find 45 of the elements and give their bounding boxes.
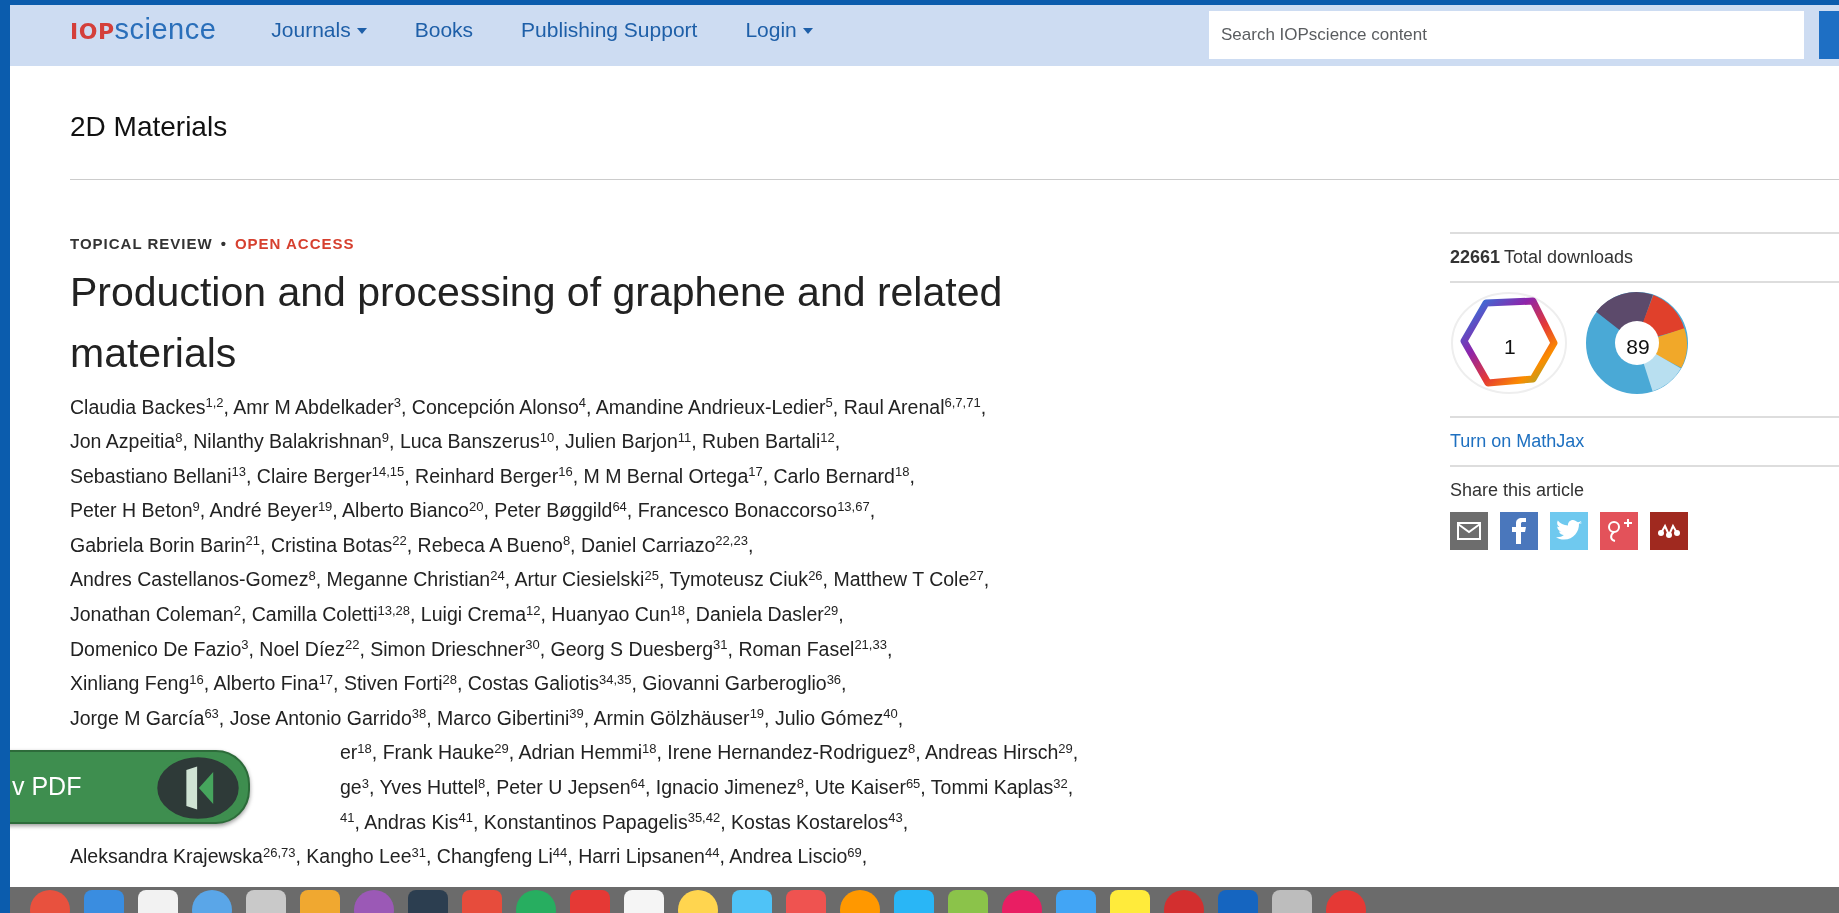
author-line: Jonathan Coleman$^{2}$, Camilla Coletti$^{13,28}$, Luigi Crema$^{12}$, Huanyao Cun$^{18}$, Daniela Dasler$^{29}$, [70,601,844,628]
facebook-share-button[interactable] [1499,512,1538,550]
nav-link[interactable]: Publishing Support [521,13,698,46]
download-label: Total downloads [1503,247,1634,267]
author-line: Jon Azpeitia$^{8}$, Nilanthy Balakrishnan$^{9}$, Luca Banszerus$^{10}$, Julien Barjon$^{11}$, Ruben Bartali$^{12}$, [70,428,841,455]
author-line: Aleksandra Krajewska$^{26,73}$, Kangho Lee$^{31}$, Changfeng Li$^{44}$, Harri Lipsanen$^{44}$, Andrea Liscio$^{69}$, [70,843,868,870]
search-field[interactable]: Search IOPscience content [1209,10,1804,59]
article-type: TOPICAL REVIEW [70,235,213,252]
email-icon [1456,522,1481,540]
search-button[interactable] [1819,10,1839,59]
twitter-icon [1555,520,1582,542]
mendeley-icon [1655,523,1682,539]
author-line: Jorge M García$^{63}$, Jose Antonio Garrido$^{38}$, Marco Gibertini$^{39}$, Armin Gölzhäuser$^{19}$, Julio Gómez$^{40}$, [70,705,904,731]
dimensions-badge-icon[interactable] [1449,291,1568,395]
author-line: $^{41}$, Andras Kis$^{41}$, Konstantinos Papagelis$^{35,42}$, Kostas Kostarelos$^{43}$, [340,809,909,835]
author-line: Peter H Beton$^{9}$, André Beyer$^{19}$, Alberto Bianco$^{20}$, Peter Bøggild$^{64}$, Francesco Bonaccorso$^{13,67}$, [70,497,876,524]
author-line: Andres Castellanos-Gomez$^{8}$, Meganne Christian$^{24}$, Artur Ciesielski$^{25}$, Tymoteusz Ciuk$^{26}$, Matthew T Cole$^{27}$, [70,566,990,593]
badge-count: 1 [1503,334,1517,360]
view-pdf-button[interactable]: v PDF [10,750,250,824]
site-logo[interactable]: IOPscience [70,15,217,44]
mendeley-share-button[interactable] [1649,512,1688,550]
caret-icon [802,28,813,35]
author-line: Xinliang Feng$^{16}$, Alberto Fina$^{17}$, Stiven Forti$^{28}$, Costas Galiotis$^{34,35}$, Giovanni Garberoglio$^{36}$, [70,670,847,697]
journal-title: 2D Materials [69,110,229,144]
author-line: Gabriela Borin Barin$^{21}$, Cristina Botas$^{22}$, Rebeca A Bueno$^{8}$, Daniel Carriazo$^{22,23}$, [70,532,754,558]
google-plus-share-button[interactable] [1599,512,1638,550]
author-line: Domenico De Fazio$^{3}$, Noel Díez$^{22}$, Simon Drieschner$^{30}$, Georg S Duesberg$^{31}$, Roman Fasel$^{21,33}$, [70,636,893,662]
nav-link[interactable]: Books [414,13,474,46]
facebook-icon [1511,518,1526,544]
twitter-share-button[interactable] [1549,512,1588,550]
author-line: Sebastiano Bellani$^{13}$, Claire Berger$^{14,15}$, Reinhard Berger$^{16}$, M M Bernal Ortega$^{17}$, Carlo Bernard$^{18}$, [70,463,915,489]
author-line: ge$^{3}$, Yves Huttel$^{8}$, Peter U Jepsen$^{64}$, Ignacio Jimenez$^{8}$, Ute Kaiser$^{65}$, Tommi Kaplas$^{32}$, [340,774,1074,801]
mathjax-link[interactable]: Turn on MathJax [1449,431,1585,451]
access-label: OPEN ACCESS [234,235,355,252]
share-label: Share this article [1449,479,1585,502]
separator-dot: • [220,235,227,252]
nav-dropdown[interactable]: Login [745,13,813,46]
author-line: Claudia Backes$^{1,2}$, Amr M Abdelkader$^{3}$, Concepción Alonso$^{4}$, Amandine Andrieux-Ledier$^{5}$, Raul Arenal$^{6,7,71}$, [70,394,987,420]
author-line: er$^{18}$, Frank Hauke$^{29}$, Adrian Hemmi$^{18}$, Irene Hernandez-Rodriguez$^{8}$, Andreas Hirsch$^{29}$, [340,739,1079,766]
email-share-button[interactable] [1449,512,1488,550]
nav-dropdown[interactable]: Journals [271,13,367,46]
download-count: 22661 [1449,247,1500,267]
article-title: Production and processing of graphene and related materials [70,267,1004,378]
badge-count: 89 [1625,334,1650,360]
caret-icon [356,28,367,35]
